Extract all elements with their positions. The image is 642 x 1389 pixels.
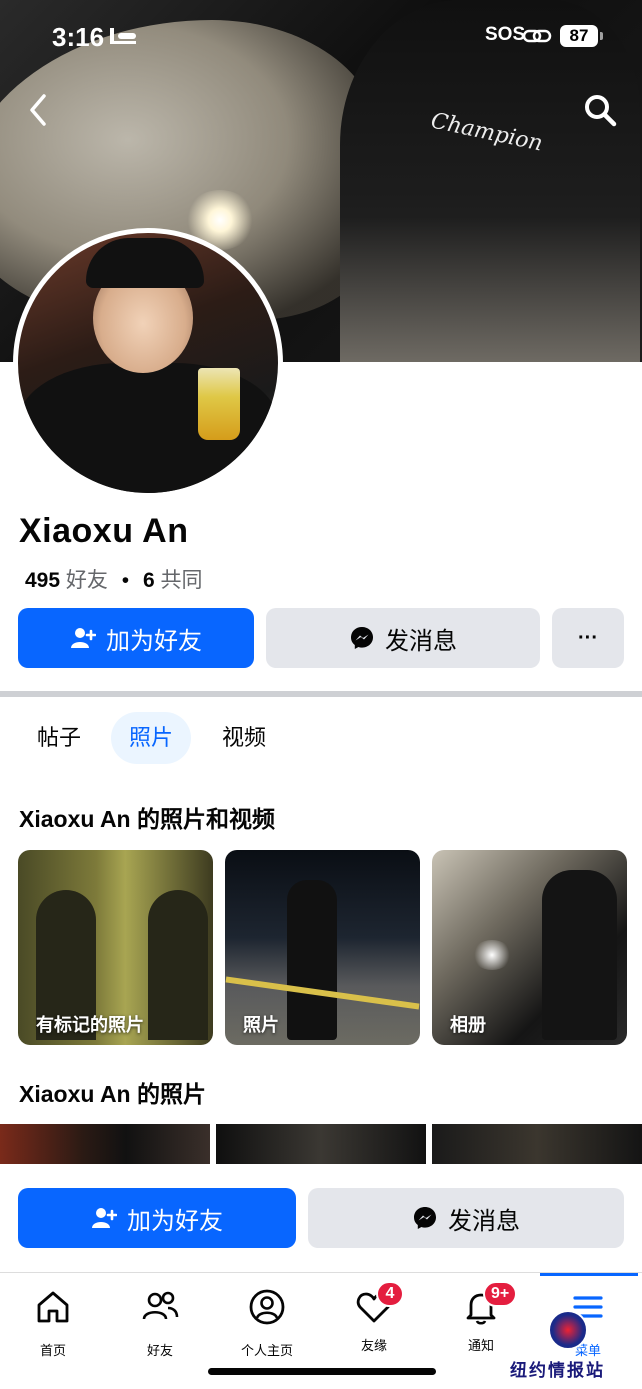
nav-label: 个人主页 xyxy=(240,1343,293,1358)
album-label: 有标记的照片 xyxy=(36,1015,144,1035)
tab-photos[interactable]: 照片 xyxy=(111,712,192,764)
album-figure-right xyxy=(148,890,208,1040)
nav-label: 友缘 xyxy=(360,1338,387,1353)
sticky-message-label: 发消息 xyxy=(448,1207,520,1235)
add-friend-icon xyxy=(71,628,96,648)
album-albums[interactable]: 相册 xyxy=(432,850,627,1045)
dating-icon-wrap: 4 xyxy=(354,1281,404,1327)
satellite-link-icon xyxy=(522,29,552,43)
sticky-add-friend-label: 加为好友 xyxy=(127,1207,223,1235)
profile-stats[interactable]: 495 好友 • 6 共同 xyxy=(25,564,202,594)
nav-notifications[interactable]: 9+ 通知 xyxy=(436,1281,526,1354)
bell-icon-wrap: 9+ xyxy=(461,1281,518,1327)
back-icon[interactable] xyxy=(20,90,60,130)
battery-tip xyxy=(600,32,603,40)
battery-indicator: 87 xyxy=(560,25,598,47)
profile-avatar[interactable] xyxy=(13,228,283,498)
nav-home[interactable]: 首页 xyxy=(8,1287,98,1359)
album-label: 照片 xyxy=(243,1015,279,1035)
more-icon: ··· xyxy=(578,626,598,649)
message-button[interactable]: 发消息 xyxy=(266,608,540,668)
add-friend-button[interactable]: 加为好友 xyxy=(18,608,254,668)
sticky-message-button[interactable]: 发消息 xyxy=(308,1188,624,1248)
album-headlight xyxy=(472,940,512,970)
photo-thumbnail[interactable] xyxy=(216,1124,426,1164)
album-label: 相册 xyxy=(450,1015,486,1035)
tab-videos[interactable]: 视频 xyxy=(204,712,284,764)
mutual-count: 6 xyxy=(142,569,155,592)
sleep-icon xyxy=(110,28,136,44)
notification-badge: 9+ xyxy=(483,1281,518,1307)
watermark: 纽约情报站 xyxy=(510,1361,605,1380)
album-tagged-photos[interactable]: 有标记的照片 xyxy=(18,850,213,1045)
friends-count: 495 xyxy=(25,569,61,592)
home-icon xyxy=(37,1291,69,1323)
nav-label: 首页 xyxy=(39,1343,66,1358)
avatar-glass xyxy=(198,368,240,440)
nav-friends[interactable]: 好友 xyxy=(115,1287,205,1359)
profile-icon xyxy=(249,1289,285,1325)
friends-icon xyxy=(142,1291,179,1320)
sticky-add-friend-button[interactable]: 加为好友 xyxy=(18,1188,296,1248)
album-person xyxy=(542,870,617,1040)
add-friend-label: 加为好友 xyxy=(106,627,202,655)
more-options-button[interactable]: ··· xyxy=(552,608,624,668)
watermark-logo xyxy=(548,1310,588,1350)
message-label: 发消息 xyxy=(385,627,457,655)
nav-label: 好友 xyxy=(146,1343,173,1358)
album-person xyxy=(287,880,337,1040)
tab-posts[interactable]: 帖子 xyxy=(19,712,99,764)
nav-profile[interactable]: 个人主页 xyxy=(222,1287,312,1359)
nav-label: 通知 xyxy=(467,1338,494,1353)
search-icon[interactable] xyxy=(580,90,620,130)
photos-title: Xiaoxu An 的照片 xyxy=(19,1081,206,1107)
messenger-icon xyxy=(414,1207,436,1229)
cover-person xyxy=(340,0,640,362)
stats-separator: • xyxy=(121,569,130,592)
dating-badge: 4 xyxy=(376,1281,404,1307)
add-friend-icon xyxy=(92,1208,117,1228)
photo-thumbnail[interactable] xyxy=(0,1124,210,1164)
status-bar: 3:16 SOS 87 xyxy=(0,22,642,52)
nav-dating[interactable]: 4 友缘 xyxy=(329,1281,419,1354)
friends-label: 好友 xyxy=(65,569,108,592)
avatar-cap xyxy=(86,238,204,288)
active-tab-indicator xyxy=(540,1273,638,1276)
section-divider xyxy=(0,691,642,697)
messenger-icon xyxy=(351,627,373,649)
profile-name: Xiaoxu An xyxy=(19,512,189,550)
photos-videos-title: Xiaoxu An 的照片和视频 xyxy=(19,806,275,832)
photo-thumbnail[interactable] xyxy=(432,1124,642,1164)
mutual-label: 共同 xyxy=(160,569,203,592)
status-time: 3:16 xyxy=(52,22,105,52)
album-photos[interactable]: 照片 xyxy=(225,850,420,1045)
status-sos: SOS xyxy=(485,24,526,45)
home-indicator[interactable] xyxy=(208,1368,436,1375)
